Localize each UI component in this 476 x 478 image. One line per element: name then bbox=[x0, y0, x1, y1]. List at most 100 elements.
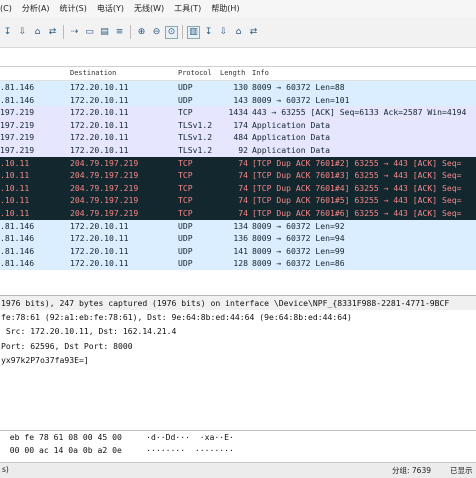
detail-line[interactable]: yx97k2P7o37fa93E=] bbox=[0, 353, 476, 367]
packet-destination: 204.79.197.219 bbox=[70, 157, 139, 168]
packet-protocol: UDP bbox=[178, 94, 193, 105]
packet-protocol: TLSv1.2 bbox=[178, 144, 213, 155]
hex-dump-line[interactable]: eb fe 78 61 08 00 45 00 ·d··Dd··· ·xa··E… bbox=[0, 431, 476, 444]
packet-protocol: TCP bbox=[178, 170, 193, 181]
menu-bar: (C) 分析(A) 统计(S) 电话(Y) 无线(W) 工具(T) 帮助(H) bbox=[0, 0, 476, 17]
packet-row[interactable]: .10.11 204.79.197.219 TCP 74 [TCP Dup ACK 76… bbox=[0, 181, 476, 195]
hex-dump-line[interactable]: 00 00 ac 14 0a 0b a2 0e ········ ·······… bbox=[0, 444, 476, 457]
packet-row[interactable]: .81.146 172.20.10.11 UDP 130 8009 → 60372 Le… bbox=[0, 81, 476, 94]
packet-destination: 172.20.10.11 bbox=[70, 245, 129, 256]
packet-protocol: UDP bbox=[178, 233, 193, 244]
status-displayed-label: 已显示 bbox=[450, 466, 473, 475]
packet-source: .81.146 bbox=[0, 82, 35, 92]
packet-source: 197.219 bbox=[0, 107, 35, 118]
packet-length: 130 bbox=[233, 82, 248, 92]
last-packet-icon[interactable]: ⊖ bbox=[150, 26, 163, 39]
packet-length: 174 bbox=[233, 119, 248, 130]
toolbar-separator bbox=[63, 25, 64, 39]
packet-row[interactable]: .10.11 204.79.197.219 TCP 74 [TCP Dup ACK 76… bbox=[0, 169, 476, 182]
packet-source: .10.11 bbox=[0, 207, 30, 218]
packet-length: 74 bbox=[238, 195, 248, 206]
packet-protocol: TLSv1.2 bbox=[178, 132, 213, 143]
reload-icon[interactable]: ⇄ bbox=[46, 26, 59, 39]
open-icon[interactable]: ↧ bbox=[1, 26, 14, 39]
packet-row[interactable]: .81.146 172.20.10.11 UDP 128 8009 → 60372 Le… bbox=[0, 257, 476, 270]
packet-row[interactable]: .10.11 204.79.197.219 TCP 74 [TCP Dup ACK 76… bbox=[0, 206, 476, 220]
status-bar: s) 分组: 7639 已显示 bbox=[0, 462, 476, 478]
packet-info: 8009 → 60372 Len=86 bbox=[252, 258, 345, 269]
packet-info: 8009 → 60372 Len=94 bbox=[252, 233, 345, 244]
packet-source: .10.11 bbox=[0, 157, 30, 168]
find-icon[interactable]: ⇢ bbox=[68, 26, 81, 39]
packet-length: 74 bbox=[238, 207, 248, 218]
packet-destination: 204.79.197.219 bbox=[70, 170, 139, 181]
colorize-icon[interactable]: ▥ bbox=[187, 25, 200, 39]
close-icon[interactable]: ⌂ bbox=[31, 26, 44, 39]
detail-line[interactable]: fe:78:61 (92:a1:eb:fe:78:61), Dst: 9e:64… bbox=[0, 310, 476, 324]
packet-source: .81.146 bbox=[0, 245, 35, 256]
packet-row[interactable]: .81.146 172.20.10.11 UDP 136 8009 → 60372 Le… bbox=[0, 232, 476, 245]
packet-protocol: TCP bbox=[178, 157, 193, 168]
detail-line[interactable]: Port: 62596, Dst Port: 8000 bbox=[0, 339, 476, 353]
packet-info: 8009 → 60372 Len=88 bbox=[252, 82, 345, 92]
packet-length: 134 bbox=[233, 220, 248, 231]
packet-row[interactable]: .10.11 204.79.197.219 TCP 74 [TCP Dup ACK 76… bbox=[0, 156, 476, 170]
packet-length: 141 bbox=[233, 245, 248, 256]
column-protocol[interactable]: Protocol bbox=[178, 67, 212, 80]
menu-item[interactable]: (C) bbox=[0, 4, 12, 13]
menu-item[interactable]: 无线(W) bbox=[134, 3, 164, 14]
save-icon[interactable]: ⇩ bbox=[16, 26, 29, 39]
packet-info: 8009 → 60372 Len=92 bbox=[252, 220, 345, 231]
status-packets-count: 分组: 7639 bbox=[392, 466, 431, 475]
menu-item[interactable]: 帮助(H) bbox=[211, 3, 239, 14]
detail-line[interactable]: Src: 172.20.10.11, Dst: 162.14.21.4 bbox=[0, 324, 476, 338]
packet-row[interactable]: 197.219 172.20.10.11 TLSv1.2 92 Application … bbox=[0, 143, 476, 157]
packet-row[interactable]: .81.146 172.20.10.11 UDP 143 8009 → 60372 Le… bbox=[0, 93, 476, 107]
packet-destination: 172.20.10.11 bbox=[70, 94, 129, 105]
column-length[interactable]: Length bbox=[220, 67, 245, 80]
detail-line[interactable]: 1976 bits), 247 bytes captured (1976 bit… bbox=[0, 296, 476, 311]
go-back-icon[interactable]: ▭ bbox=[83, 26, 96, 39]
packet-row[interactable]: 197.219 172.20.10.11 TCP 1434 443 → 63255 [A… bbox=[0, 106, 476, 119]
packet-info: Application Data bbox=[252, 144, 330, 155]
first-packet-icon[interactable]: ⊕ bbox=[135, 26, 148, 39]
packet-length: 136 bbox=[233, 233, 248, 244]
jump-icon[interactable]: ≡ bbox=[113, 26, 126, 39]
packet-row[interactable]: 197.219 172.20.10.11 TLSv1.2 484 Application… bbox=[0, 131, 476, 144]
packet-destination: 172.20.10.11 bbox=[70, 258, 129, 269]
packet-length: 92 bbox=[238, 144, 248, 155]
zoom-out-icon[interactable]: ⇩ bbox=[217, 26, 230, 39]
packet-protocol: TCP bbox=[178, 182, 193, 193]
autoscroll-icon[interactable]: ⊙ bbox=[165, 25, 178, 39]
column-info[interactable]: Info bbox=[252, 67, 269, 80]
menu-item[interactable]: 分析(A) bbox=[22, 3, 50, 14]
packet-destination: 204.79.197.219 bbox=[70, 207, 139, 218]
column-destination[interactable]: Destination bbox=[70, 67, 116, 80]
toolbar-separator bbox=[130, 25, 131, 39]
go-forward-icon[interactable]: ▤ bbox=[98, 26, 111, 39]
packet-source: 197.219 bbox=[0, 119, 35, 130]
packet-row[interactable]: .81.146 172.20.10.11 UDP 134 8009 → 60372 Le… bbox=[0, 219, 476, 233]
menu-item[interactable]: 统计(S) bbox=[60, 3, 87, 14]
menu-item[interactable]: 工具(T) bbox=[174, 3, 201, 14]
menu-item[interactable]: 电话(Y) bbox=[97, 3, 124, 14]
packet-length: 74 bbox=[238, 182, 248, 193]
packet-source: .81.146 bbox=[0, 94, 35, 105]
zoom-in-icon[interactable]: ↧ bbox=[202, 26, 215, 39]
resize-columns-icon[interactable]: ⇄ bbox=[247, 26, 260, 39]
zoom-reset-icon[interactable]: ⌂ bbox=[232, 26, 245, 39]
packet-info: Application Data bbox=[252, 119, 330, 130]
packet-info: 8009 → 60372 Len=99 bbox=[252, 245, 345, 256]
packet-row[interactable]: 197.219 172.20.10.11 TLSv1.2 174 Application… bbox=[0, 118, 476, 132]
display-filter-bar[interactable] bbox=[0, 48, 476, 67]
packet-row[interactable]: .81.146 172.20.10.11 UDP 141 8009 → 60372 Le… bbox=[0, 244, 476, 258]
packet-row[interactable]: .10.11 204.79.197.219 TCP 74 [TCP Dup ACK 76… bbox=[0, 194, 476, 207]
packet-destination: 204.79.197.219 bbox=[70, 182, 139, 193]
packet-source: 197.219 bbox=[0, 144, 35, 155]
packet-length: 143 bbox=[233, 94, 248, 105]
packet-details-pane: 1976 bits), 247 bytes captured (1976 bit… bbox=[0, 295, 476, 418]
packet-info: [TCP Dup ACK 7601#3] 63255 → 443 [ACK] S… bbox=[252, 170, 462, 181]
packet-info: [TCP Dup ACK 7601#5] 63255 → 443 [ACK] S… bbox=[252, 195, 462, 206]
packet-info: [TCP Dup ACK 7601#4] 63255 → 443 [ACK] S… bbox=[252, 182, 462, 193]
packet-info: [TCP Dup ACK 7601#2] 63255 → 443 [ACK] S… bbox=[252, 157, 462, 168]
